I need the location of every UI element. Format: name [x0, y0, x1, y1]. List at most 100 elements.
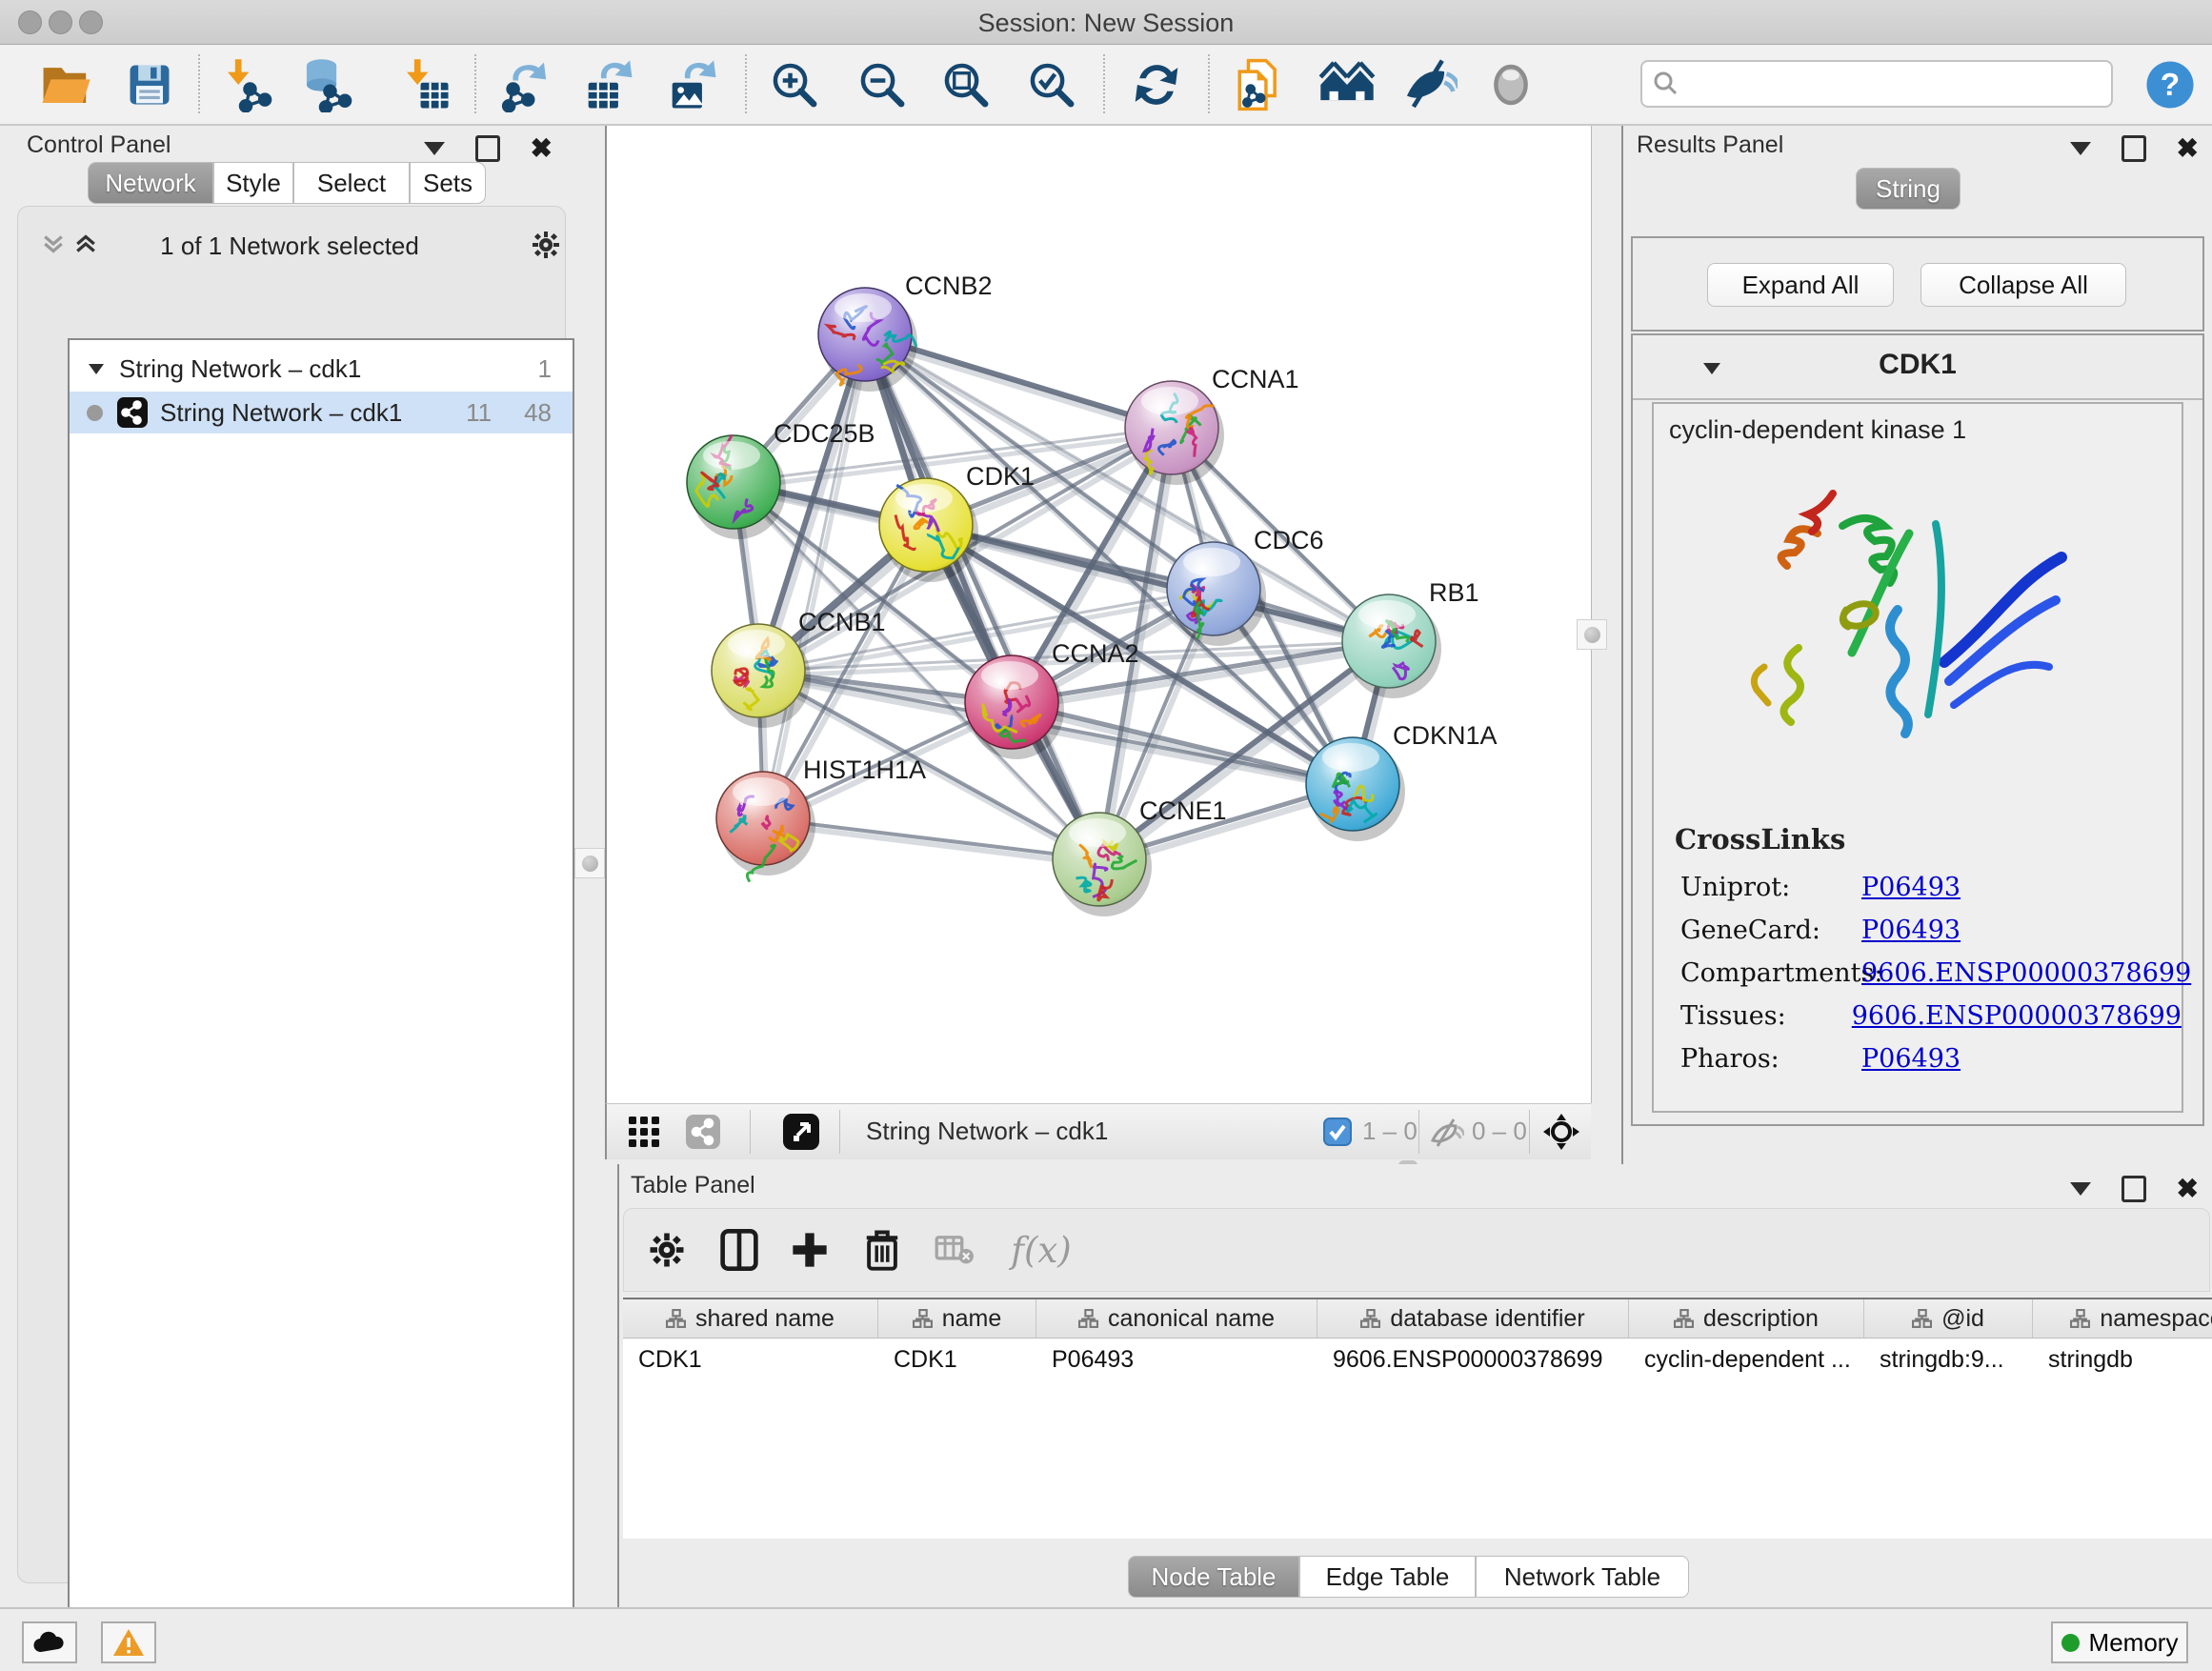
network-node-CCNA1[interactable]	[1125, 381, 1224, 485]
export-network-button[interactable]	[493, 53, 558, 116]
tab-string[interactable]: String	[1856, 168, 1961, 210]
tab-node-table[interactable]: Node Table	[1128, 1556, 1299, 1598]
network-list: String Network – cdk1 1 String Network –…	[68, 338, 574, 1666]
network-tree-parent-row[interactable]: String Network – cdk1 1	[70, 348, 573, 390]
zoom-in-button[interactable]	[762, 53, 827, 116]
open-session-button[interactable]	[33, 53, 98, 116]
tab-select[interactable]: Select	[293, 162, 410, 204]
import-network-from-file-button[interactable]	[213, 53, 278, 116]
import-table-from-file-button[interactable]	[392, 53, 457, 116]
network-node-CCNA2[interactable]	[965, 655, 1064, 759]
results-panel-title: Results Panel	[1637, 131, 1783, 159]
expand-all-networks-icon[interactable]	[39, 230, 68, 258]
column-header-canonical-name[interactable]: canonical name	[1036, 1299, 1317, 1338]
tab-sets[interactable]: Sets	[410, 162, 486, 204]
panel-close-icon[interactable]: ✖	[2177, 1178, 2199, 1199]
toolbar-separator	[198, 54, 200, 113]
memory-button[interactable]: Memory	[2051, 1621, 2188, 1663]
gene-section-header[interactable]: CDK1	[1633, 335, 2202, 400]
splitter-handle-right[interactable]	[1577, 619, 1607, 650]
table-settings-gear-button[interactable]	[637, 1220, 696, 1279]
table-cell[interactable]: stringdb:9...	[1864, 1339, 2033, 1380]
delete-column-button[interactable]	[853, 1220, 912, 1279]
network-canvas[interactable]: CCNB2CCNA1CDC25BCDK1CDC6RB1CCNB1CCNA2CDK…	[605, 126, 1592, 1103]
cloud-button[interactable]	[22, 1621, 77, 1663]
network-node-HIST1H1A[interactable]	[716, 772, 815, 882]
panel-close-icon[interactable]: ✖	[2177, 138, 2199, 159]
control-panel: Control Panel ✖ Network Style Select Set…	[10, 126, 570, 1581]
crosslink-link[interactable]: 9606.ENSP00000378699	[1861, 958, 2191, 988]
search-input[interactable]	[1690, 70, 2111, 99]
tab-network-table[interactable]: Network Table	[1476, 1556, 1689, 1598]
tree-expander-icon[interactable]	[87, 361, 106, 376]
crosslink-link[interactable]: P06493	[1861, 1044, 1961, 1074]
column-header-name[interactable]: name	[878, 1299, 1036, 1338]
network-options-gear-icon[interactable]	[529, 228, 563, 262]
hide-selected-button[interactable]	[1397, 53, 1461, 116]
crosslink-link[interactable]: 9606.ENSP00000378699	[1852, 1001, 2182, 1031]
table-panel: Table Panel ✖ f(x)	[617, 1164, 2212, 1607]
results-button-box: Expand All Collapse All	[1631, 236, 2204, 332]
column-header-shared-name[interactable]: shared name	[623, 1299, 878, 1338]
import-network-from-database-button[interactable]	[293, 53, 358, 116]
table-header-row: shared namenamecanonical namedatabase id…	[623, 1299, 2212, 1339]
crosslink-link[interactable]: P06493	[1861, 873, 1961, 902]
warning-button[interactable]	[101, 1621, 156, 1663]
table-row[interactable]: CDK1CDK1P064939606.ENSP00000378699cyclin…	[623, 1339, 2212, 1380]
export-table-button[interactable]	[577, 53, 642, 116]
collapse-all-networks-icon[interactable]	[71, 230, 100, 258]
share-network-icon[interactable]	[685, 1114, 721, 1150]
zoom-selected-button[interactable]	[1019, 53, 1084, 116]
create-column-button[interactable]	[780, 1220, 839, 1279]
export-image-button[interactable]	[661, 53, 726, 116]
crosshair-icon[interactable]	[1542, 1113, 1580, 1151]
first-neighbors-button[interactable]	[1315, 53, 1379, 116]
tab-edge-table[interactable]: Edge Table	[1299, 1556, 1476, 1598]
crosslink-link[interactable]: P06493	[1861, 916, 1961, 945]
table-cell[interactable]: stringdb	[2033, 1339, 2212, 1380]
panel-float-icon[interactable]	[2122, 135, 2146, 162]
column-header-database-identifier[interactable]: database identifier	[1317, 1299, 1629, 1338]
gene-detail-box: cyclin-dependent kinase 1	[1652, 402, 2183, 1113]
tab-network[interactable]: Network	[88, 162, 213, 204]
string-network-badge-icon	[116, 396, 149, 429]
zoom-fit-button[interactable]	[934, 53, 998, 116]
column-header-namespace[interactable]: namespace	[2033, 1299, 2212, 1338]
expand-all-button[interactable]: Expand All	[1707, 263, 1894, 307]
panel-close-icon[interactable]: ✖	[531, 138, 553, 159]
selected-nodes-checkbox[interactable]	[1323, 1117, 1352, 1146]
network-node-RB1[interactable]	[1342, 594, 1441, 698]
panel-collapse-icon[interactable]	[2070, 1182, 2091, 1196]
network-tree-child-row[interactable]: String Network – cdk1 11 48	[70, 392, 573, 433]
refresh-view-button[interactable]	[1124, 53, 1189, 116]
table-cell[interactable]: CDK1	[623, 1339, 878, 1380]
show-columns-button[interactable]	[710, 1220, 769, 1279]
node-label-CCNB1: CCNB1	[798, 608, 886, 636]
column-header-description[interactable]: description	[1629, 1299, 1864, 1338]
panel-float-icon[interactable]	[2122, 1176, 2146, 1202]
column-type-icon	[913, 1309, 933, 1329]
panel-float-icon[interactable]	[475, 135, 500, 162]
panel-collapse-icon[interactable]	[424, 142, 445, 155]
table-cell[interactable]: P06493	[1036, 1339, 1317, 1380]
grid-view-icon[interactable]	[628, 1116, 660, 1148]
table-toolbar: f(x)	[623, 1208, 2210, 1292]
table-cell[interactable]: 9606.ENSP00000378699	[1317, 1339, 1629, 1380]
save-session-button[interactable]	[117, 53, 182, 116]
zoom-out-button[interactable]	[850, 53, 915, 116]
panel-collapse-icon[interactable]	[2070, 142, 2091, 155]
table-cell[interactable]: CDK1	[878, 1339, 1036, 1380]
hidden-eye-icon	[1430, 1117, 1464, 1148]
node-label-CDC25B: CDC25B	[774, 419, 875, 448]
tab-style[interactable]: Style	[213, 162, 293, 204]
show-all-button[interactable]	[1478, 53, 1543, 116]
table-cell[interactable]: cyclin-dependent ...	[1629, 1339, 1864, 1380]
collapse-all-button[interactable]: Collapse All	[1920, 263, 2126, 307]
help-button[interactable]: ?	[2138, 53, 2202, 116]
column-header--id[interactable]: @id	[1864, 1299, 2033, 1338]
duplicate-network-button[interactable]	[1227, 53, 1292, 116]
birdseye-view-icon[interactable]	[782, 1113, 820, 1151]
column-type-icon	[1360, 1309, 1380, 1329]
network-node-CDKN1A[interactable]	[1306, 737, 1405, 841]
splitter-handle-left[interactable]	[574, 848, 605, 878]
